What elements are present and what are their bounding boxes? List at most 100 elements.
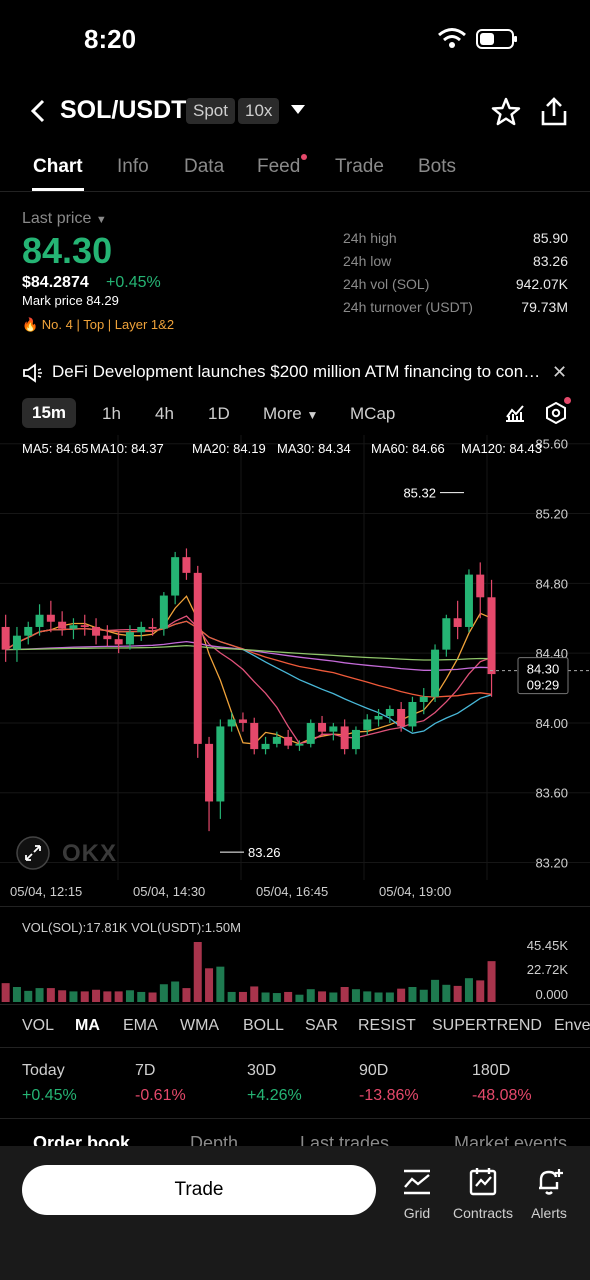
indicator-ma[interactable]: MA — [75, 1017, 100, 1035]
alerts-label[interactable]: Alerts — [527, 1205, 571, 1221]
candlestick-chart[interactable]: 85.6085.2084.8084.4084.0083.6083.20 85.3… — [0, 435, 590, 880]
interval-1h[interactable]: 1h — [102, 404, 121, 424]
trade-button[interactable]: Trade — [22, 1165, 376, 1215]
vol-y-label-2: 22.72K — [527, 962, 569, 977]
volume-bar — [103, 991, 112, 1002]
tab-info[interactable]: Info — [117, 156, 149, 178]
candle-body — [148, 626, 157, 629]
interval-more-label: More — [263, 404, 302, 423]
candle-body — [284, 736, 293, 746]
candle-body — [35, 614, 44, 627]
candle-body — [159, 595, 168, 629]
volume-bar — [46, 988, 55, 1002]
stat-value-24h-vol: 942.07K — [515, 276, 568, 292]
mark-price: Mark price 84.29 — [22, 293, 119, 308]
indicator-boll[interactable]: BOLL — [243, 1017, 284, 1035]
leverage-chip: 10x — [238, 98, 280, 124]
usd-price: $84.2874 — [22, 274, 89, 291]
candle-body — [250, 722, 259, 750]
tab-data[interactable]: Data — [184, 156, 224, 178]
close-icon[interactable]: ✕ — [552, 362, 567, 383]
candle-body — [431, 649, 440, 697]
indicator-supertrend[interactable]: SUPERTREND — [432, 1017, 542, 1035]
favorite-star-icon[interactable] — [490, 96, 522, 128]
candle-body — [306, 722, 315, 744]
feed-notification-dot — [301, 154, 307, 160]
volume-bar — [24, 990, 33, 1002]
volume-bar — [351, 989, 360, 1002]
volume-bar — [261, 992, 270, 1002]
tab-bots[interactable]: Bots — [418, 156, 456, 178]
high-marker-label: 85.32 — [403, 486, 436, 501]
chart-settings-icon[interactable] — [545, 402, 567, 424]
candle-body — [238, 719, 247, 723]
candle-body — [205, 743, 214, 802]
fullscreen-icon[interactable] — [16, 836, 50, 870]
volume-chart: 45.45K 22.72K 0.000 — [1, 938, 569, 1002]
candle-body — [92, 626, 101, 636]
share-icon[interactable] — [538, 96, 570, 128]
interval-more[interactable]: More ▼ — [263, 404, 318, 424]
back-icon[interactable] — [24, 96, 54, 126]
last-price-label[interactable]: Last price ▼ — [22, 210, 107, 228]
indicator-icon[interactable] — [504, 402, 526, 424]
candle-body — [171, 557, 180, 596]
period-label-90d: 90D — [359, 1062, 389, 1079]
low-marker-label: 83.26 — [248, 845, 281, 860]
grid-bot-icon[interactable] — [401, 1166, 433, 1198]
megaphone-icon — [23, 363, 42, 383]
volume-bar — [1, 983, 10, 1002]
alerts-bell-icon[interactable] — [533, 1166, 565, 1198]
indicator-enve[interactable]: Enve — [554, 1017, 590, 1035]
vol-y-label-1: 45.45K — [527, 938, 569, 953]
candle-body — [453, 618, 462, 627]
ranking-tags[interactable]: 🔥 No. 4 | Top | Layer 1&2 — [22, 317, 174, 333]
candle-body — [1, 626, 10, 650]
indicator-wma[interactable]: WMA — [180, 1017, 219, 1035]
volume-bar — [363, 991, 372, 1002]
volume-bar — [329, 992, 338, 1002]
candle-body — [24, 626, 33, 636]
volume-bar — [397, 988, 406, 1002]
candle-body — [487, 597, 496, 675]
volume-bar — [92, 989, 101, 1002]
stat-label-24h-vol: 24h vol (SOL) — [343, 276, 430, 292]
grid-label[interactable]: Grid — [396, 1205, 438, 1221]
ma30-legend: MA30: 84.34 — [277, 441, 351, 456]
indicator-sar[interactable]: SAR — [305, 1017, 338, 1035]
indicator-resist[interactable]: RESIST — [358, 1017, 416, 1035]
stat-label-24h-turnover: 24h turnover (USDT) — [343, 299, 473, 315]
contracts-label[interactable]: Contracts — [452, 1205, 514, 1221]
indicator-divider — [0, 1047, 590, 1048]
news-ticker[interactable]: DeFi Development launches $200 million A… — [52, 362, 542, 382]
period-label-today: Today — [22, 1062, 65, 1079]
volume-bar — [272, 993, 281, 1002]
volume-bar — [408, 987, 417, 1002]
candle-body — [137, 626, 146, 633]
candle-body — [227, 719, 236, 727]
interval-4h[interactable]: 4h — [155, 404, 174, 424]
pair-title[interactable]: SOL/USDT — [60, 96, 186, 125]
indicator-ema[interactable]: EMA — [123, 1017, 158, 1035]
volume-bar — [227, 991, 236, 1002]
interval-15m[interactable]: 15m — [22, 398, 77, 428]
tab-divider — [0, 191, 590, 192]
candle-body — [272, 736, 281, 744]
x-label-1: 05/04, 12:15 — [10, 884, 83, 899]
tab-trade[interactable]: Trade — [335, 156, 384, 178]
x-axis-divider — [0, 906, 590, 907]
indicator-vol[interactable]: VOL — [22, 1017, 54, 1035]
ma120-legend: MA120: 84.43 — [461, 441, 542, 456]
tab-feed[interactable]: Feed — [257, 156, 300, 178]
pair-dropdown-icon[interactable] — [290, 103, 306, 115]
volume-bar — [148, 992, 157, 1002]
volume-bar — [464, 978, 473, 1002]
tab-chart[interactable]: Chart — [33, 156, 83, 178]
stat-value-24h-turnover: 79.73M — [521, 299, 568, 315]
candle-body — [385, 708, 394, 716]
battery-icon — [476, 29, 517, 49]
contracts-icon[interactable] — [467, 1166, 499, 1198]
period-value-180d: -48.08% — [472, 1087, 532, 1104]
interval-1d[interactable]: 1D — [208, 404, 230, 424]
interval-mcap[interactable]: MCap — [350, 404, 395, 424]
